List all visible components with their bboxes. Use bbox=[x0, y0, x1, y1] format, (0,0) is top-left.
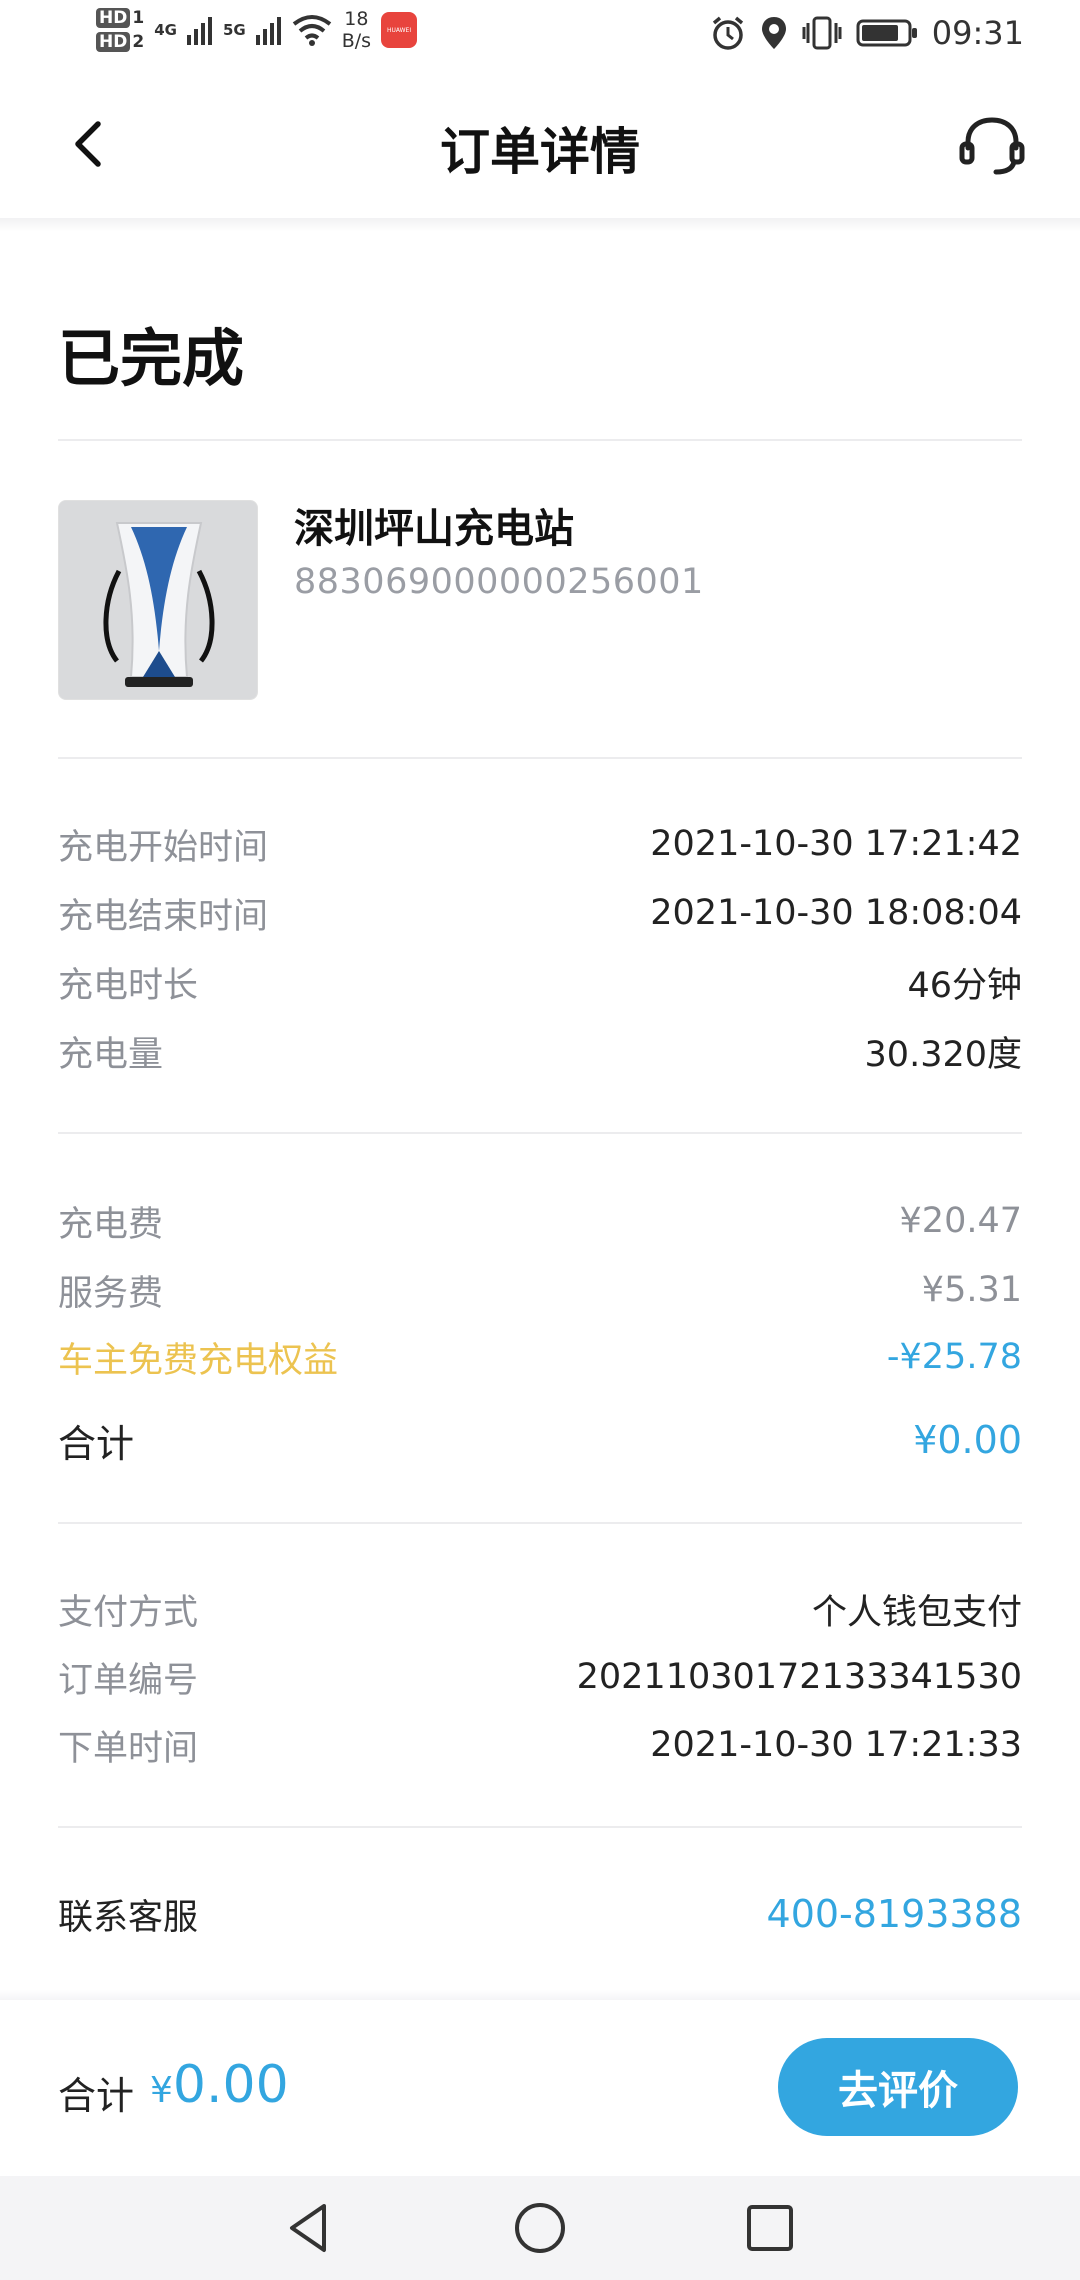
network-speed: 18 B/s bbox=[342, 8, 371, 52]
battery-icon bbox=[856, 19, 917, 47]
speed-unit: B/s bbox=[341, 30, 372, 52]
sim-number: 1 bbox=[132, 8, 145, 28]
headset-icon bbox=[959, 117, 1025, 175]
row-label: 充电开始时间 bbox=[58, 827, 269, 868]
system-nav-bar bbox=[0, 2176, 1080, 2280]
title-bar: 订单详情 bbox=[0, 72, 1080, 218]
row-label: 充电费 bbox=[58, 1204, 164, 1245]
row-label: 下单时间 bbox=[58, 1728, 199, 1769]
station-name: 深圳坪山充电站 bbox=[294, 506, 574, 552]
divider bbox=[58, 1132, 1022, 1134]
title-shadow bbox=[0, 218, 1080, 232]
station-image bbox=[58, 500, 258, 700]
hd-badge: HD bbox=[96, 8, 131, 28]
signal-icon bbox=[255, 17, 281, 45]
charging-row: 充电量 30.320度 bbox=[58, 1023, 1022, 1079]
bottom-shadow bbox=[0, 1990, 1080, 2000]
bottom-total-label: 合计 bbox=[58, 2074, 135, 2118]
fee-row-benefit: 车主免费充电权益 -¥25.78 bbox=[58, 1329, 1022, 1385]
network-type-1: 4G bbox=[154, 21, 177, 39]
charging-row: 充电结束时间 2021-10-30 18:08:04 bbox=[58, 885, 1022, 941]
fee-row-service: 服务费 ¥5.31 bbox=[58, 1262, 1022, 1318]
signal-icon bbox=[186, 17, 212, 45]
charging-row: 充电开始时间 2021-10-30 17:21:42 bbox=[58, 816, 1022, 872]
nav-recents-icon[interactable] bbox=[740, 2198, 800, 2258]
fee-row-total: 合计 ¥0.00 bbox=[58, 1412, 1022, 1468]
row-value: ¥0.00 bbox=[913, 1418, 1022, 1462]
network-type-2: 5G bbox=[222, 21, 246, 39]
row-label: 服务费 bbox=[58, 1273, 164, 1314]
row-value: 2021-10-30 17:21:33 bbox=[650, 1725, 1022, 1765]
row-label: 订单编号 bbox=[58, 1660, 199, 1701]
page-title: 订单详情 bbox=[440, 123, 640, 181]
order-status: 已完成 bbox=[58, 322, 245, 395]
row-value: 2021-10-30 17:21:42 bbox=[650, 824, 1022, 864]
contact-phone-link[interactable]: 400-8193388 bbox=[767, 1892, 1022, 1936]
charger-image bbox=[59, 501, 257, 699]
payment-row: 订单编号 20211030172133341530 bbox=[58, 1649, 1022, 1705]
wifi-icon bbox=[292, 15, 331, 46]
vibrate-icon bbox=[802, 16, 842, 50]
status-bar: HD 1 HD 2 4G 5G 18 B/s HUAWEI 09:31 bbox=[0, 0, 1080, 72]
sim2-indicator: HD 2 bbox=[96, 32, 144, 52]
review-button[interactable]: 去评价 bbox=[778, 2038, 1018, 2136]
row-value: 30.320度 bbox=[864, 1034, 1022, 1075]
row-value: 20211030172133341530 bbox=[576, 1657, 1022, 1697]
location-icon bbox=[761, 17, 786, 49]
currency-symbol: ¥ bbox=[150, 2070, 173, 2111]
sim-indicators: HD 1 HD 2 bbox=[96, 8, 144, 52]
row-label: 充电量 bbox=[58, 1034, 164, 1075]
status-left: HD 1 HD 2 4G 5G 18 B/s HUAWEI bbox=[96, 8, 418, 52]
status-right: 09:31 bbox=[710, 14, 1024, 52]
station-id: 883069000000256001 bbox=[294, 562, 704, 602]
alarm-icon bbox=[712, 16, 743, 50]
row-label: 充电时长 bbox=[58, 965, 199, 1006]
row-value: -¥25.78 bbox=[886, 1337, 1022, 1377]
hd-badge: HD bbox=[96, 32, 131, 52]
clock: 09:31 bbox=[931, 14, 1024, 52]
row-label: 合计 bbox=[58, 1421, 135, 1466]
row-value: 个人钱包支付 bbox=[811, 1592, 1022, 1633]
charging-row: 充电时长 46分钟 bbox=[58, 954, 1022, 1010]
row-label: 充电结束时间 bbox=[58, 896, 269, 937]
row-value: ¥5.31 bbox=[921, 1270, 1022, 1310]
sim-number: 2 bbox=[132, 32, 145, 52]
row-label: 支付方式 bbox=[58, 1592, 199, 1633]
row-value: 2021-10-30 18:08:04 bbox=[650, 893, 1022, 933]
row-value: ¥20.47 bbox=[899, 1201, 1022, 1241]
nav-back-icon[interactable] bbox=[280, 2198, 340, 2258]
bottom-total-amount: ¥0.00 bbox=[150, 2055, 289, 2115]
sim1-indicator: HD 1 bbox=[96, 8, 144, 28]
app-notification-icon: HUAWEI bbox=[381, 12, 418, 48]
fee-row-charge: 充电费 ¥20.47 bbox=[58, 1193, 1022, 1249]
contact-row[interactable]: 联系客服 400-8193388 bbox=[58, 1886, 1022, 1942]
divider bbox=[58, 1522, 1022, 1524]
payment-row: 支付方式 个人钱包支付 bbox=[58, 1581, 1022, 1637]
amount-value: 0.00 bbox=[172, 2055, 289, 2115]
divider bbox=[58, 1826, 1022, 1828]
payment-row: 下单时间 2021-10-30 17:21:33 bbox=[58, 1717, 1022, 1773]
nav-home-icon[interactable] bbox=[510, 2198, 570, 2258]
row-value: 46分钟 bbox=[907, 965, 1022, 1006]
contact-label: 联系客服 bbox=[58, 1897, 199, 1938]
app-icon-text: HUAWEI bbox=[386, 26, 412, 34]
divider bbox=[58, 757, 1022, 759]
speed-value: 18 bbox=[344, 8, 369, 30]
divider bbox=[58, 439, 1022, 441]
customer-service-button[interactable] bbox=[952, 108, 1032, 180]
row-label: 车主免费充电权益 bbox=[58, 1340, 339, 1381]
